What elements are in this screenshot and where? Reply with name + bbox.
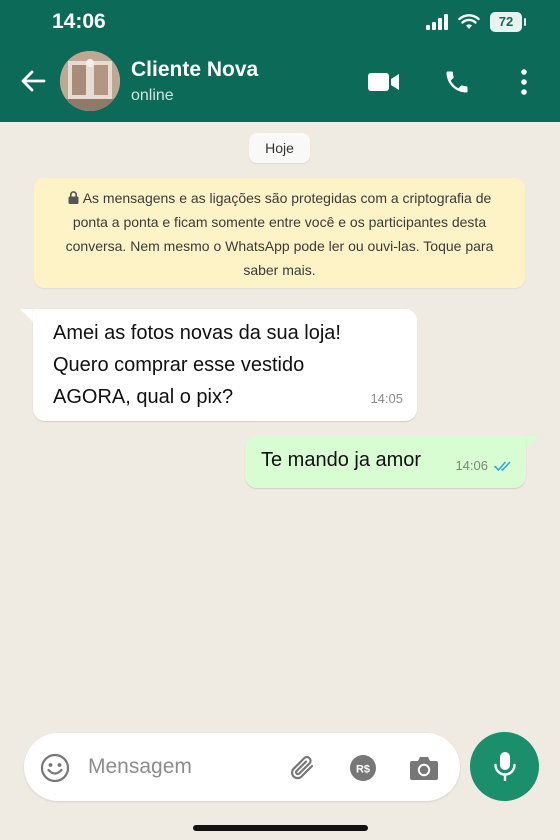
svg-text:R$: R$ [356,764,370,776]
emoji-icon [40,753,70,783]
incoming-message[interactable]: Amei as fotos novas da sua loja! Quero c… [33,309,417,421]
encryption-notice-text: As mensagens e as ligações são protegida… [65,190,494,278]
store-photo-icon [60,51,120,111]
message-text: Amei as fotos novas da sua loja! Quero c… [53,322,341,408]
voice-message-button[interactable] [470,732,539,801]
mic-icon [493,751,516,781]
encryption-notice[interactable]: As mensagens e as ligações são protegida… [34,178,525,288]
battery-icon: 72 [490,12,526,32]
attach-icon [291,756,314,780]
message-time: 14:06 [455,458,488,473]
status-bar: 14:06 72 [0,0,560,44]
home-indicator [193,825,368,831]
lock-icon [68,191,79,204]
date-chip: Hoje [249,133,310,163]
payment-icon: R$ [350,755,376,781]
voice-call-button[interactable] [439,66,475,98]
outgoing-bubble-tail [525,436,539,450]
camera-button[interactable] [407,751,441,785]
contact-status: online [131,87,174,104]
incoming-bubble-tail [20,309,34,323]
more-options-icon [521,69,527,95]
status-time: 14:06 [52,10,106,33]
video-call-icon [368,73,399,91]
video-call-button[interactable] [366,66,402,98]
contact-name[interactable]: Cliente Nova [131,58,258,82]
message-composer: R$ [24,733,460,801]
phone-icon [446,71,468,93]
double-check-icon [494,461,511,472]
emoji-button[interactable] [38,751,72,785]
payment-button[interactable]: R$ [346,751,380,785]
camera-icon [410,757,438,780]
signal-icon [426,14,448,30]
back-button[interactable] [16,64,50,98]
outgoing-message[interactable]: Te mando ja amor 14:06 [245,436,526,488]
chat-header: Cliente Nova online [0,44,560,122]
message-meta: 14:06 [455,452,514,480]
back-arrow-icon [21,70,46,92]
message-time: 14:05 [370,391,403,406]
avatar[interactable] [60,51,120,111]
status-icons: 72 [426,12,526,32]
more-options-button[interactable] [506,66,542,98]
wifi-icon [458,14,480,29]
attach-button[interactable] [286,751,320,785]
message-text: Te mando ja amor [261,449,422,471]
message-input[interactable] [88,747,278,787]
